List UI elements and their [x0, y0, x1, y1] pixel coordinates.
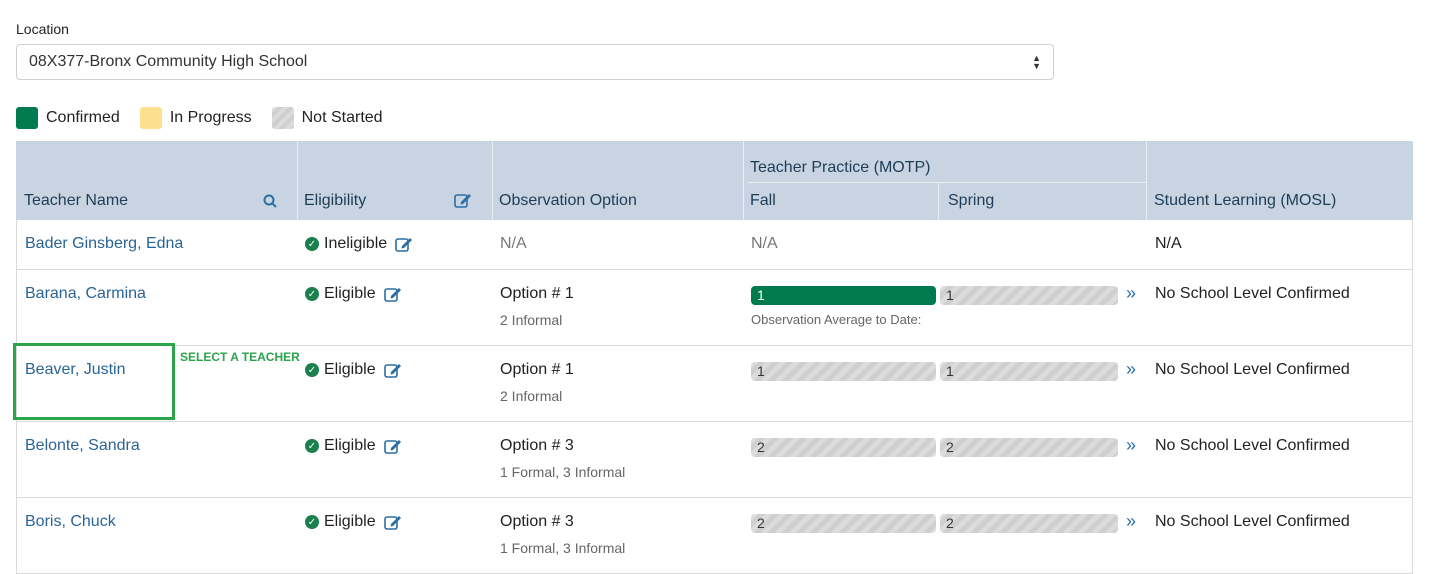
location-select-value: 08X377-Bronx Community High School	[29, 53, 308, 70]
fall-progress-bar[interactable]: 2	[751, 438, 936, 457]
double-chevron-right-icon[interactable]: »	[1126, 511, 1136, 532]
eligibility-label: Eligible	[324, 285, 376, 302]
eligibility-label: Ineligible	[324, 235, 388, 252]
table-row: Belonte, Sandra ✓ Eligible Option # 3 1 …	[16, 422, 1413, 498]
fall-bar-value: 1	[757, 363, 765, 379]
not-started-swatch	[271, 107, 294, 129]
fall-progress-bar[interactable]: 1	[751, 286, 936, 305]
legend-label: In Progress	[169, 109, 252, 126]
confirmed-swatch	[16, 107, 38, 129]
observation-option: Option # 3	[500, 437, 574, 454]
check-circle-icon: ✓	[305, 237, 319, 251]
check-circle-icon: ✓	[305, 439, 319, 453]
teacher-name-link[interactable]: Boris, Chuck	[25, 513, 116, 531]
table-row: Boris, Chuck ✓ Eligible Option # 3 1 For…	[16, 498, 1413, 574]
in-progress-swatch	[139, 107, 162, 129]
select-teacher-highlight	[13, 343, 175, 420]
spring-progress-bar[interactable]: 2	[940, 514, 1118, 533]
check-circle-icon: ✓	[305, 363, 319, 377]
fall-bar-value: 2	[757, 515, 765, 531]
fall-bar-value: 2	[757, 439, 765, 455]
header-eligibility: Eligibility	[304, 192, 367, 209]
legend-confirmed: Confirmed	[16, 107, 120, 129]
edit-icon[interactable]	[383, 514, 402, 530]
spring-progress-bar[interactable]: 1	[940, 286, 1118, 305]
edit-icon[interactable]	[383, 438, 402, 454]
spring-bar-value: 2	[946, 439, 954, 455]
teacher-name-link[interactable]: Barana, Carmina	[25, 285, 146, 303]
table-row: Bader Ginsberg, Edna ✓ Ineligible N/A N/…	[16, 220, 1413, 270]
check-circle-icon: ✓	[305, 515, 319, 529]
mosl-status: No School Level Confirmed	[1155, 437, 1350, 454]
observation-option: N/A	[500, 235, 527, 252]
observation-detail: 2 Informal	[500, 388, 563, 404]
table-header: Teacher Name Eligibility Observation Opt…	[16, 141, 1413, 220]
header-spring: Spring	[948, 192, 995, 209]
eligibility-status: ✓ Eligible	[305, 361, 402, 379]
eligibility-label: Eligible	[324, 437, 376, 454]
fall-progress-bar[interactable]: 1	[751, 362, 936, 381]
edit-icon[interactable]	[383, 286, 402, 302]
header-student-learning: Student Learning (MOSL)	[1154, 192, 1337, 209]
fall-bar-value: 1	[757, 287, 765, 303]
header-teacher-name[interactable]: Teacher Name	[24, 192, 128, 210]
eligibility-status: ✓ Eligible	[305, 437, 402, 455]
legend-label: Confirmed	[46, 109, 120, 126]
mosl-status: No School Level Confirmed	[1155, 513, 1350, 530]
eligibility-label: Eligible	[324, 361, 376, 378]
select-teacher-annotation: SELECT A TEACHER	[180, 350, 300, 364]
spring-bar-value: 1	[946, 287, 954, 303]
observation-detail: 1 Formal, 3 Informal	[500, 540, 626, 556]
edit-icon[interactable]	[383, 362, 402, 378]
observation-average-note: Observation Average to Date:	[751, 312, 922, 327]
location-select[interactable]: 08X377-Bronx Community High School ▲ ▼	[16, 44, 1054, 80]
eligibility-status: ✓ Eligible	[305, 285, 402, 303]
select-arrows-icon: ▲ ▼	[1032, 53, 1041, 71]
spring-bar-value: 1	[946, 363, 954, 379]
spring-progress-bar[interactable]: 2	[940, 438, 1118, 457]
header-teacher-practice: Teacher Practice (MOTP)	[750, 159, 931, 176]
fall-value: N/A	[751, 235, 778, 252]
header-fall: Fall	[750, 192, 776, 209]
teacher-name-link[interactable]: Bader Ginsberg, Edna	[25, 235, 183, 253]
edit-icon[interactable]	[395, 236, 413, 252]
observation-option: Option # 1	[500, 285, 574, 302]
fall-progress-bar[interactable]: 2	[751, 514, 936, 533]
double-chevron-right-icon[interactable]: »	[1126, 359, 1136, 380]
eligibility-status: ✓ Eligible	[305, 513, 402, 531]
double-chevron-right-icon[interactable]: »	[1126, 283, 1136, 304]
mosl-status: No School Level Confirmed	[1155, 285, 1350, 302]
spring-progress-bar[interactable]: 1	[940, 362, 1118, 381]
observation-detail: 1 Formal, 3 Informal	[500, 464, 626, 480]
observation-detail: 2 Informal	[500, 312, 563, 328]
observation-option: Option # 3	[500, 513, 574, 530]
eligibility-status: ✓ Ineligible	[305, 235, 413, 253]
status-legend: Confirmed In Progress Not Started	[16, 107, 403, 129]
mosl-status: No School Level Confirmed	[1155, 361, 1350, 378]
search-icon[interactable]	[263, 194, 277, 208]
teacher-name-link[interactable]: Belonte, Sandra	[25, 437, 140, 455]
double-chevron-right-icon[interactable]: »	[1126, 435, 1136, 456]
header-observation-option: Observation Option	[499, 192, 637, 209]
eligibility-label: Eligible	[324, 513, 376, 530]
table-row: Barana, Carmina ✓ Eligible Option # 1 2 …	[16, 270, 1413, 346]
check-circle-icon: ✓	[305, 287, 319, 301]
edit-icon[interactable]	[454, 192, 472, 208]
spring-bar-value: 2	[946, 515, 954, 531]
table-right-border	[1412, 220, 1413, 573]
mosl-status: N/A	[1155, 235, 1182, 252]
observation-option: Option # 1	[500, 361, 574, 378]
legend-not-started: Not Started	[271, 107, 383, 129]
location-label: Location	[16, 21, 69, 37]
legend-label: Not Started	[301, 109, 383, 126]
legend-in-progress: In Progress	[139, 107, 252, 129]
